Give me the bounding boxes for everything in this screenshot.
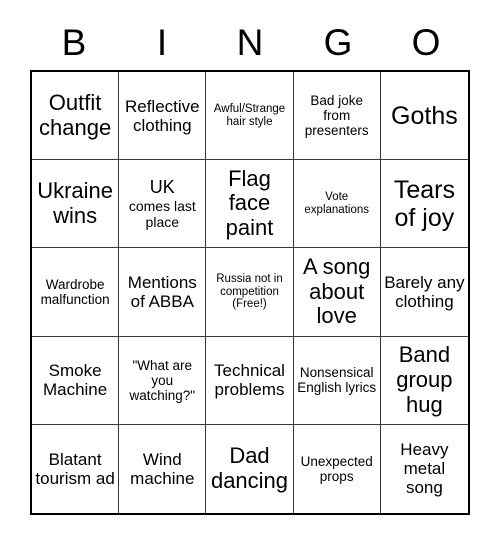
bingo-cell-text: Outfit change — [39, 89, 112, 140]
bingo-cell-text: Awful/Strange hair style — [213, 102, 286, 128]
bingo-cell-text: Blatant tourism ad — [35, 449, 115, 488]
bingo-cell-r3c5[interactable]: Barely any clothing — [380, 248, 468, 337]
bingo-cell-text: Band group hug — [396, 342, 453, 417]
bingo-cell-text: Bad joke from presenters — [304, 92, 369, 139]
bingo-header-letter-i: I — [156, 21, 168, 63]
bingo-cell-r2c5[interactable]: Tears of joy — [380, 160, 468, 249]
bingo-cell-text: "What are you watching?" — [129, 357, 196, 403]
bingo-cell-text: Barely any clothing — [384, 272, 465, 311]
bingo-cell-text: Nonsensical English lyrics — [297, 365, 377, 396]
bingo-cell-r3c3[interactable]: Russia not in competition (Free!) — [206, 248, 294, 337]
bingo-cell-text: Smoke Machine — [42, 361, 108, 400]
bingo-cell-r5c5[interactable]: Heavy metal song — [380, 424, 468, 513]
bingo-cell-text: Wardrobe malfunction — [40, 276, 110, 307]
bingo-cell-r3c4[interactable]: A song about love — [293, 248, 381, 337]
bingo-cell-text: Dad dancing — [210, 443, 289, 493]
bingo-header-letter-b: B — [61, 21, 87, 63]
bingo-cell-text: Vote explanations — [304, 190, 369, 216]
bingo-cell-r1c2[interactable]: Reflective clothing — [119, 72, 207, 161]
bingo-cell-text: A song about love — [303, 254, 371, 329]
bingo-cell-text-rest: comes last place — [128, 198, 196, 231]
bingo-cell-text: Technical problems — [214, 361, 285, 400]
bingo-cell-text: Mentions of ABBA — [127, 272, 197, 311]
bingo-cell-r4c1[interactable]: Smoke Machine — [32, 336, 120, 425]
bingo-cell-r1c3[interactable]: Awful/Strange hair style — [206, 72, 294, 161]
bingo-cell-r1c5[interactable]: Goths — [380, 72, 468, 161]
bingo-cell-text: Reflective clothing — [124, 96, 200, 135]
bingo-grid: Outfit change Reflective clothing Awful/St… — [30, 70, 470, 515]
bingo-cell-r3c1[interactable]: Wardrobe malfunction — [32, 248, 120, 337]
bingo-cell-r1c1[interactable]: Outfit change — [32, 72, 120, 161]
bingo-cell-text: Russia not in competition (Free!) — [216, 272, 283, 311]
bingo-card: B I N G O Outfit change Reflective clothing Aw… — [0, 0, 500, 544]
bingo-header-letter-n: N — [236, 21, 264, 63]
bingo-cell-text: UK comes last place — [122, 177, 202, 230]
bingo-cell-r1c4[interactable]: Bad joke from presenters — [293, 72, 381, 161]
bingo-cell-text: Goths — [391, 101, 458, 130]
bingo-cell-r3c2[interactable]: Mentions of ABBA — [119, 248, 207, 337]
bingo-cell-text: Flag face paint — [225, 165, 274, 241]
bingo-cell-text: Tears of joy — [393, 175, 455, 232]
bingo-cell-r4c5[interactable]: Band group hug — [380, 336, 468, 425]
bingo-header-letter-o: O — [411, 21, 441, 63]
bingo-cell-r2c1[interactable]: Ukraine wins — [32, 160, 120, 249]
bingo-cell-text: Heavy metal song — [400, 440, 449, 498]
bingo-cell-r4c3[interactable]: Technical problems — [206, 336, 294, 425]
bingo-cell-r4c4[interactable]: Nonsensical English lyrics — [293, 336, 381, 425]
bingo-cell-r2c3[interactable]: Flag face paint — [206, 160, 294, 249]
bingo-cell-text: Ukraine wins — [37, 178, 113, 228]
bingo-cell-text-lead: UK — [149, 177, 175, 198]
bingo-cell-r5c2[interactable]: Wind machine — [119, 424, 207, 513]
bingo-header-letter-g: G — [323, 21, 353, 63]
bingo-cell-text: Unexpected props — [300, 453, 373, 484]
bingo-cell-r5c4[interactable]: Unexpected props — [293, 424, 381, 513]
bingo-cell-text: Wind machine — [130, 449, 195, 488]
bingo-cell-r2c4[interactable]: Vote explanations — [293, 160, 381, 249]
bingo-cell-r2c2[interactable]: UK comes last place — [119, 160, 207, 249]
bingo-cell-r4c2[interactable]: "What are you watching?" — [119, 336, 207, 425]
bingo-header: BINGO — [30, 14, 470, 70]
bingo-cell-r5c1[interactable]: Blatant tourism ad — [32, 424, 120, 513]
bingo-cell-r5c3[interactable]: Dad dancing — [206, 424, 294, 513]
